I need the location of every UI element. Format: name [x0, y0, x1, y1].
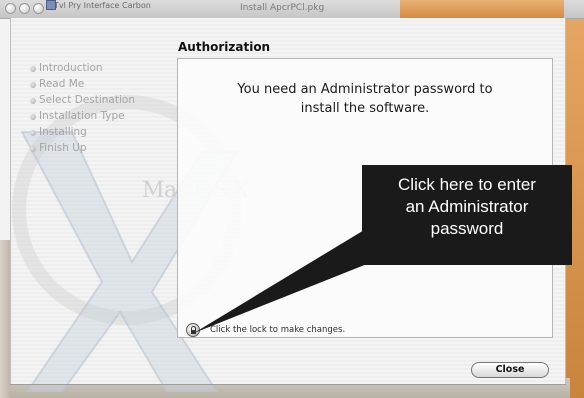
page-title: Authorization	[178, 40, 271, 54]
step-label: Finish Up	[39, 142, 87, 154]
window-bottom-edge	[10, 384, 566, 385]
zoom-window-button[interactable]	[33, 3, 44, 14]
window-title: Install ApcrPCl.pkg	[240, 3, 325, 13]
message-line: install the software.	[300, 101, 430, 116]
step-bullet-icon	[30, 114, 36, 120]
step-label: Installing	[39, 126, 87, 138]
lock-row: Click the lock to make changes.	[186, 323, 486, 339]
step-label: Installation Type	[39, 110, 125, 122]
step-bullet-icon	[30, 130, 36, 136]
step-label: Select Destination	[39, 94, 135, 106]
step-read-me: Read Me	[30, 78, 135, 94]
step-label: Introduction	[39, 62, 103, 74]
callout-line: Click here to enter	[398, 175, 536, 194]
authorization-message: You need an Administrator password to in…	[180, 80, 550, 118]
step-introduction: Introduction	[30, 62, 135, 78]
step-bullet-icon	[30, 82, 36, 88]
step-installing: Installing	[30, 126, 135, 142]
step-bullet-icon	[30, 66, 36, 72]
installer-steps: Introduction Read Me Select Destination …	[30, 62, 135, 158]
close-button[interactable]: Close	[471, 362, 549, 378]
step-bullet-icon	[30, 98, 36, 104]
step-bullet-icon	[30, 146, 36, 152]
callout-line: password	[430, 219, 504, 238]
installer-title-bar[interactable]: Tvl Pry Interface Carbon Install ApcrPCl…	[0, 0, 584, 19]
callout-annotation: Click here to enter an Administrator pas…	[362, 165, 572, 265]
step-finish-up: Finish Up	[30, 142, 135, 158]
lock-hint: Click the lock to make changes.	[210, 325, 346, 335]
screen: Tvl Pry Interface Carbon Install ApcrPCl…	[0, 0, 584, 398]
step-installation-type: Installation Type	[30, 110, 135, 126]
lock-icon-body	[191, 330, 196, 334]
close-window-button[interactable]	[5, 3, 16, 14]
lock-button[interactable]	[186, 323, 200, 337]
step-select-destination: Select Destination	[30, 94, 135, 110]
background-window-titlebar	[400, 0, 564, 18]
callout-line: an Administrator	[405, 197, 529, 216]
minimize-window-button[interactable]	[19, 3, 30, 14]
message-line: You need an Administrator password to	[237, 82, 493, 97]
background-window-title: Tvl Pry Interface Carbon	[54, 1, 151, 10]
step-label: Read Me	[39, 78, 85, 90]
